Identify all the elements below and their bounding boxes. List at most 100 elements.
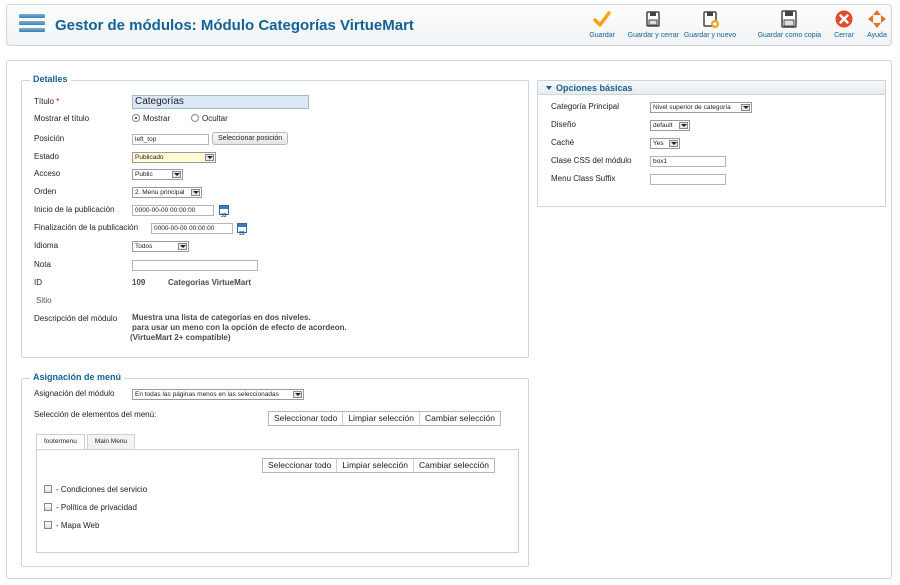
description-line: (VirtueMart 2+ compatible) <box>130 333 231 342</box>
publish-down-input[interactable]: 0000-00-00 00:00:00 <box>151 223 233 234</box>
show-radio[interactable] <box>132 114 140 122</box>
page-title: Gestor de módulos: Módulo Categorías Vir… <box>55 17 414 34</box>
toggle-selection-button[interactable]: Cambiar selección <box>420 412 500 425</box>
show-option-label: Mostrar <box>143 114 171 123</box>
status-select[interactable]: Publicado <box>132 152 216 163</box>
module-manager-icon <box>19 14 45 36</box>
id-label: ID <box>34 278 42 287</box>
order-select[interactable]: 2. Menu principal <box>132 187 202 198</box>
chevron-down-icon <box>293 391 302 398</box>
toggle-selection-button[interactable]: Cambiar selección <box>414 459 494 472</box>
basic-options-title: Opciones básicas <box>556 83 633 93</box>
save-copy-icon <box>781 10 798 28</box>
access-select[interactable]: Public <box>132 169 183 180</box>
module-assignment-row: Asignación del módulo En todas las págin… <box>28 387 304 401</box>
menu-item[interactable]: - Política de privacidad <box>44 501 137 515</box>
details-panel: Detalles Título * Categorías Mostrar el … <box>21 74 529 358</box>
hide-option[interactable]: Ocultar <box>191 112 228 126</box>
position-input[interactable]: left_top <box>132 134 209 145</box>
chevron-down-icon <box>741 104 750 111</box>
site-label: Sitio <box>36 296 52 305</box>
status-label: Estado <box>34 152 59 161</box>
save-close-button[interactable]: Guardar y cerrar <box>628 9 679 39</box>
publish-up-input[interactable]: 0000-00-00 00:00:00 <box>132 205 214 216</box>
hide-radio[interactable] <box>191 114 199 122</box>
chevron-down-icon <box>669 140 678 147</box>
calendar-icon[interactable]: 33 <box>219 205 229 219</box>
show-option[interactable]: Mostrar <box>132 112 170 126</box>
save-close-button-label: Guardar y cerrar <box>627 32 679 39</box>
menu-suffix-label: Menu Class Suffix <box>551 174 616 183</box>
save-button[interactable]: Guardar <box>589 9 615 39</box>
main-category-row: Categoría Principal Nivel superior de ca… <box>544 100 752 114</box>
menu-item-label: - Política de privacidad <box>56 503 137 512</box>
module-assignment-select[interactable]: En todas las páginas menos en las selecc… <box>132 389 304 400</box>
menu-items-selection-buttons: Seleccionar todo Limpiar selección Cambi… <box>262 458 495 473</box>
publish-down-label: Finalización de la publicación <box>34 223 139 232</box>
save-button-label: Guardar <box>589 32 615 39</box>
save-copy-button-label: Guardar como copia <box>757 32 821 39</box>
main-content: Detalles Título * Categorías Mostrar el … <box>6 60 892 579</box>
cache-select-value: Yes <box>653 140 664 147</box>
select-all-button[interactable]: Seleccionar todo <box>269 412 344 425</box>
chevron-down-icon <box>679 122 688 129</box>
description-line: Muestra una lista de categorias en dos n… <box>132 313 311 322</box>
css-class-label: Clase CSS del módulo <box>551 156 632 165</box>
save-new-icon <box>703 11 719 28</box>
chevron-down-icon <box>191 189 200 196</box>
menu-item[interactable]: - Mapa Web <box>44 519 99 533</box>
language-select-value: Todos <box>135 243 153 250</box>
id-value: 109 <box>132 278 146 287</box>
layout-select[interactable]: default <box>650 120 690 131</box>
main-category-select[interactable]: Nivel superior de categoría <box>650 102 752 113</box>
chevron-down-icon <box>178 243 187 250</box>
position-label: Posición <box>34 134 65 143</box>
select-all-button[interactable]: Seleccionar todo <box>263 459 338 472</box>
hide-option-label: Ocultar <box>202 114 228 123</box>
language-label: Idioma <box>34 241 59 250</box>
save-copy-button[interactable]: Guardar como copia <box>758 9 821 39</box>
tab-main-menu[interactable]: Main Menu <box>86 434 136 449</box>
menu-suffix-input[interactable] <box>650 174 726 185</box>
menu-item[interactable]: - Condiciones del servicio <box>44 483 147 497</box>
publish-down-row: Finalización de la publicación 0000-00-0… <box>28 221 247 237</box>
menu-assignment-legend: Asignación de menú <box>30 372 125 382</box>
toolbar: Gestor de módulos: Módulo Categorías Vir… <box>6 4 892 46</box>
title-label: Título <box>34 97 55 106</box>
clear-selection-button[interactable]: Limpiar selección <box>337 459 414 472</box>
menu-item-checkbox[interactable] <box>44 521 52 529</box>
help-button[interactable]: Ayuda <box>867 9 887 39</box>
main-category-label: Categoría Principal <box>551 102 620 111</box>
collapse-triangle-icon <box>546 86 552 90</box>
layout-select-value: default <box>653 122 673 129</box>
tab-footermenu[interactable]: footermenu <box>36 434 85 449</box>
basic-options-header[interactable]: Opciones básicas <box>538 81 885 95</box>
clear-selection-button[interactable]: Limpiar selección <box>343 412 420 425</box>
select-position-button[interactable]: Seleccionar posición <box>212 132 289 145</box>
save-new-button[interactable]: Guardar y nuevo <box>684 9 736 39</box>
note-input[interactable] <box>132 260 258 271</box>
menu-selection-buttons: Seleccionar todo Limpiar selección Cambi… <box>268 411 501 426</box>
check-icon <box>593 11 611 27</box>
show-title-label: Mostrar el título <box>34 114 90 123</box>
publish-up-label: Inicio de la publicación <box>34 205 115 214</box>
title-input[interactable]: Categorías <box>132 95 309 109</box>
cache-select[interactable]: Yes <box>650 138 680 149</box>
basic-options-panel: Opciones básicas Categoría Principal Niv… <box>537 80 886 207</box>
module-description: Muestra una lista de categorias en dos n… <box>130 313 347 343</box>
help-button-label: Ayuda <box>867 32 887 39</box>
description-label: Descripción del módulo <box>34 314 118 323</box>
menu-item-checkbox[interactable] <box>44 503 52 511</box>
order-label: Orden <box>34 187 57 196</box>
details-legend: Detalles <box>30 74 71 84</box>
css-class-input[interactable]: box1 <box>650 156 726 167</box>
save-close-icon <box>646 11 661 27</box>
close-icon <box>835 10 853 28</box>
required-mark: * <box>56 97 60 106</box>
menu-item-checkbox[interactable] <box>44 485 52 493</box>
close-button[interactable]: Cerrar <box>834 9 854 39</box>
description-line: para usar un meno con la opción de efect… <box>132 323 347 332</box>
calendar-icon[interactable]: 33 <box>237 223 247 237</box>
order-row: Orden 2. Menu principal <box>28 185 202 199</box>
language-select[interactable]: Todos <box>132 241 189 252</box>
